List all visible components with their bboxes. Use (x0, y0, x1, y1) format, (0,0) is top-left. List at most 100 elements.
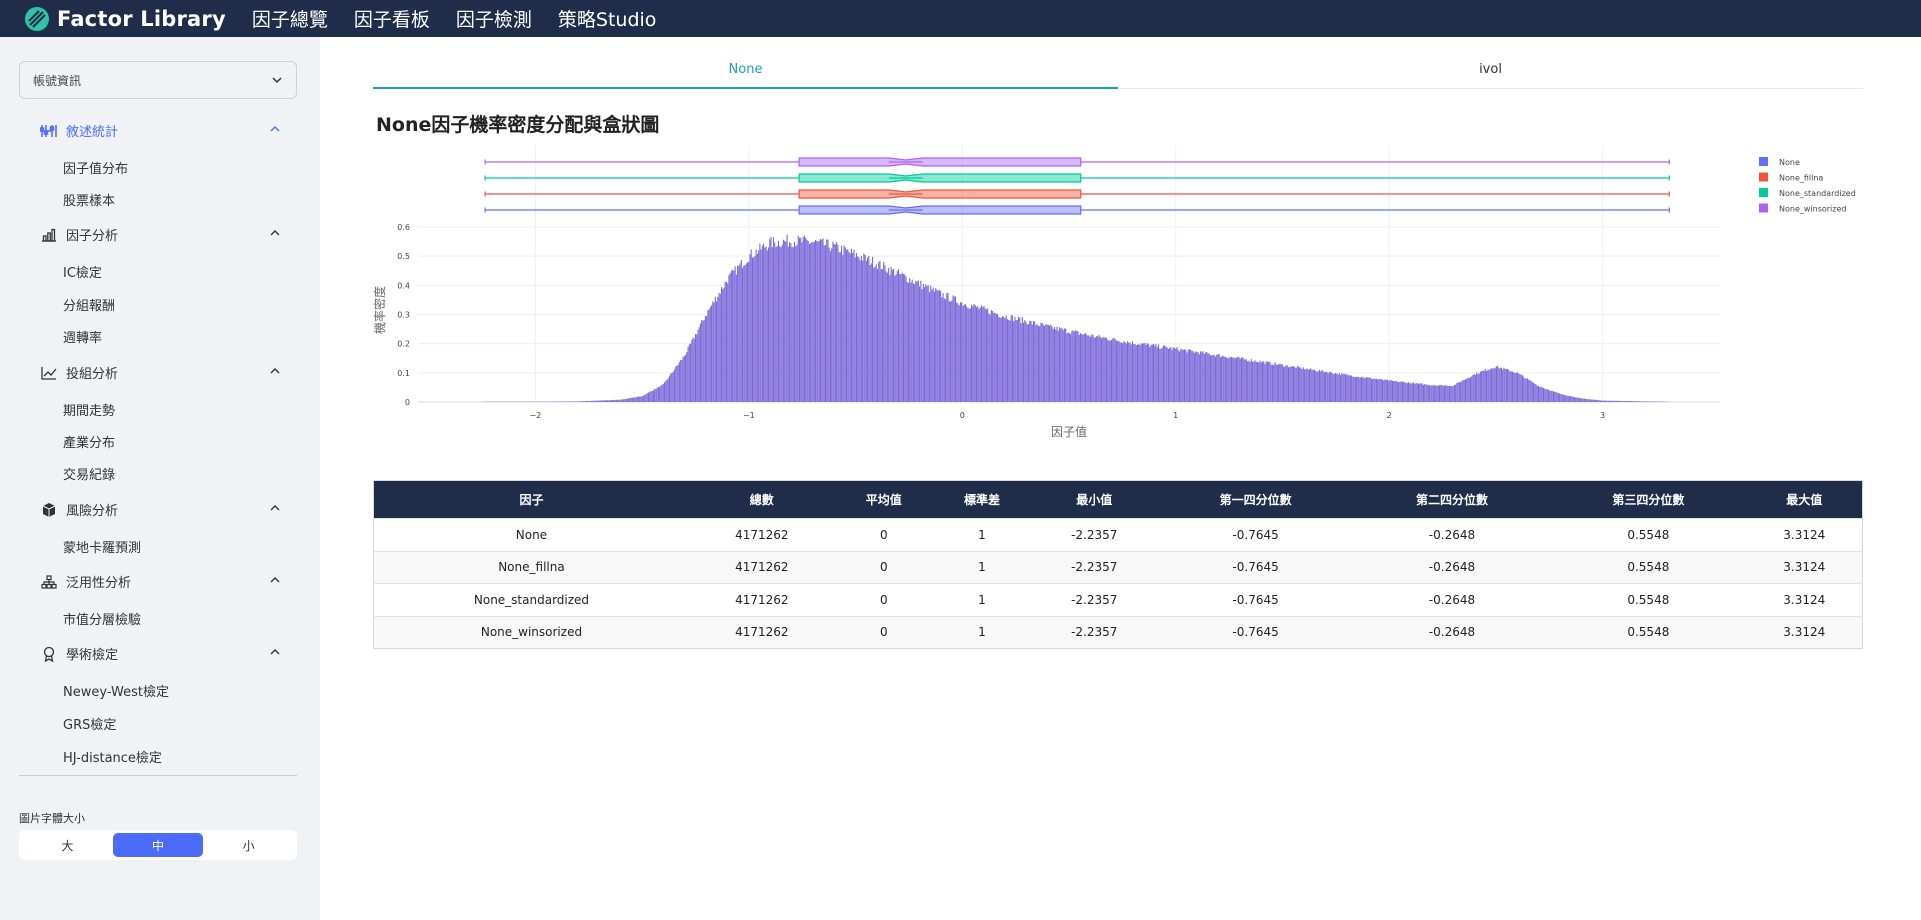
sidebar-item-trade-records[interactable]: 交易紀錄 (63, 464, 115, 483)
tab-ivol[interactable]: ivol (1118, 52, 1863, 88)
histogram-bar (1630, 401, 1632, 402)
sidebar-section-generality-analysis[interactable]: 泛用性分析 (40, 572, 280, 591)
histogram-bar (590, 400, 593, 402)
nav-factor-test[interactable]: 因子檢測 (456, 5, 532, 32)
histogram-bar (1364, 377, 1366, 402)
histogram-bar (1562, 394, 1564, 402)
histogram-bar (1592, 399, 1594, 402)
table-cell: -0.7645 (1157, 615, 1354, 649)
histogram-bar (1512, 371, 1514, 402)
font-size-medium-button[interactable]: 中 (112, 833, 204, 857)
histogram-bar (1169, 347, 1171, 402)
histogram-bar (917, 280, 919, 402)
sidebar-item-turnover[interactable]: 週轉率 (63, 327, 102, 346)
histogram-bar (1068, 332, 1070, 402)
sidebar-section-label: 因子分析 (66, 229, 119, 244)
histogram-bar (1367, 377, 1369, 402)
histogram-bar (916, 281, 918, 402)
sidebar-section-portfolio-analysis[interactable]: 投組分析 (40, 363, 280, 382)
histogram-bar (1406, 382, 1408, 402)
histogram-bar (870, 263, 872, 402)
table-cell: 4171262 (688, 615, 835, 649)
sidebar-item-monte-carlo[interactable]: 蒙地卡羅預測 (63, 537, 141, 556)
histogram-bar (827, 239, 829, 402)
histogram-bar (800, 237, 802, 402)
histogram-bar (631, 397, 633, 402)
histogram-bar (922, 283, 924, 402)
sidebar-item-industry-distribution[interactable]: 產業分布 (63, 432, 115, 451)
sidebar-item-newey-west[interactable]: Newey-West檢定 (63, 681, 169, 700)
histogram-bar (810, 243, 812, 402)
histogram-bar (1224, 357, 1226, 402)
sidebar-item-grs[interactable]: GRS檢定 (63, 714, 116, 733)
sidebar-item-market-cap-layers[interactable]: 市值分層檢驗 (63, 609, 141, 628)
histogram-bar (989, 314, 991, 402)
y-tick-label: 0.4 (397, 281, 410, 290)
histogram-bar (581, 401, 583, 402)
histogram-bar (740, 259, 742, 402)
histogram-bar (1490, 368, 1493, 402)
histogram-bar (612, 400, 614, 402)
line-chart-icon (40, 365, 58, 381)
histogram-bar (848, 251, 850, 402)
histogram-bar (1612, 400, 1614, 402)
histogram-bar (1429, 384, 1431, 402)
table-cell: -0.2648 (1353, 518, 1551, 551)
font-size-large-button[interactable]: 大 (22, 833, 113, 857)
histogram-bar (1275, 364, 1277, 402)
nav-strategy-studio[interactable]: 策略Studio (558, 5, 657, 32)
tab-none[interactable]: None (373, 52, 1118, 89)
histogram-bar (1084, 333, 1087, 402)
histogram-bar (959, 302, 961, 402)
histogram-bar (1503, 367, 1505, 402)
histogram-bar (968, 308, 970, 402)
sidebar-item-hj-distance[interactable]: HJ-distance檢定 (63, 747, 162, 766)
sidebar-item-stock-sample[interactable]: 股票樣本 (63, 190, 115, 209)
histogram-bar (1200, 351, 1202, 402)
histogram-bar (1308, 369, 1311, 402)
sidebar-item-factor-distribution[interactable]: 因子值分布 (63, 158, 128, 177)
histogram-bar (912, 283, 914, 402)
histogram-bar (1066, 333, 1068, 402)
histogram-bar (879, 260, 881, 402)
histogram-bar (1588, 399, 1590, 402)
histogram-bar (655, 388, 657, 402)
nav-factor-overview[interactable]: 因子總覽 (252, 5, 328, 32)
sidebar-item-ic-test[interactable]: IC檢定 (63, 262, 102, 281)
histogram-bar (1281, 364, 1283, 402)
table-cell: -0.7645 (1157, 550, 1354, 584)
histogram-bar (1639, 401, 1641, 402)
sidebar-section-factor-analysis[interactable]: 因子分析 (40, 225, 280, 244)
histogram-bar (1247, 361, 1249, 402)
histogram-bar (1601, 400, 1603, 402)
histogram-bar (1649, 401, 1651, 402)
nav-factor-dashboard[interactable]: 因子看板 (354, 5, 430, 32)
histogram-bar (672, 371, 674, 402)
brand[interactable]: Factor Library (24, 6, 226, 32)
sidebar-item-group-returns[interactable]: 分組報酬 (63, 295, 115, 314)
histogram-bar (1103, 337, 1105, 402)
histogram-bar (1644, 401, 1646, 402)
account-select[interactable]: 帳號資訊 (19, 61, 297, 99)
histogram-bar (766, 250, 768, 402)
histogram-bar (1289, 366, 1291, 402)
histogram-bar (759, 243, 761, 402)
histogram-bar (1157, 344, 1160, 402)
histogram-bar (758, 250, 760, 402)
histogram-bar (1505, 369, 1507, 402)
histogram-bar (1554, 391, 1556, 402)
histogram-bar (1478, 373, 1480, 402)
histogram-bar (792, 247, 794, 402)
histogram-bar (1187, 349, 1189, 402)
sidebar-section-academic-tests[interactable]: 學術檢定 (40, 644, 280, 663)
sidebar-item-period-trend[interactable]: 期間走勢 (63, 400, 115, 419)
sidebar-section-risk-analysis[interactable]: 風險分析 (40, 500, 280, 519)
font-size-small-button[interactable]: 小 (203, 833, 294, 857)
histogram-bar (1523, 376, 1525, 402)
histogram-bar (1025, 321, 1027, 402)
histogram-bar (642, 395, 645, 402)
histogram-bar (1338, 373, 1340, 402)
sidebar-section-descriptive-stats[interactable]: 敘述統計 (40, 121, 280, 140)
histogram-bar (1317, 371, 1319, 402)
table-header: 第一四分位數 (1157, 480, 1354, 519)
